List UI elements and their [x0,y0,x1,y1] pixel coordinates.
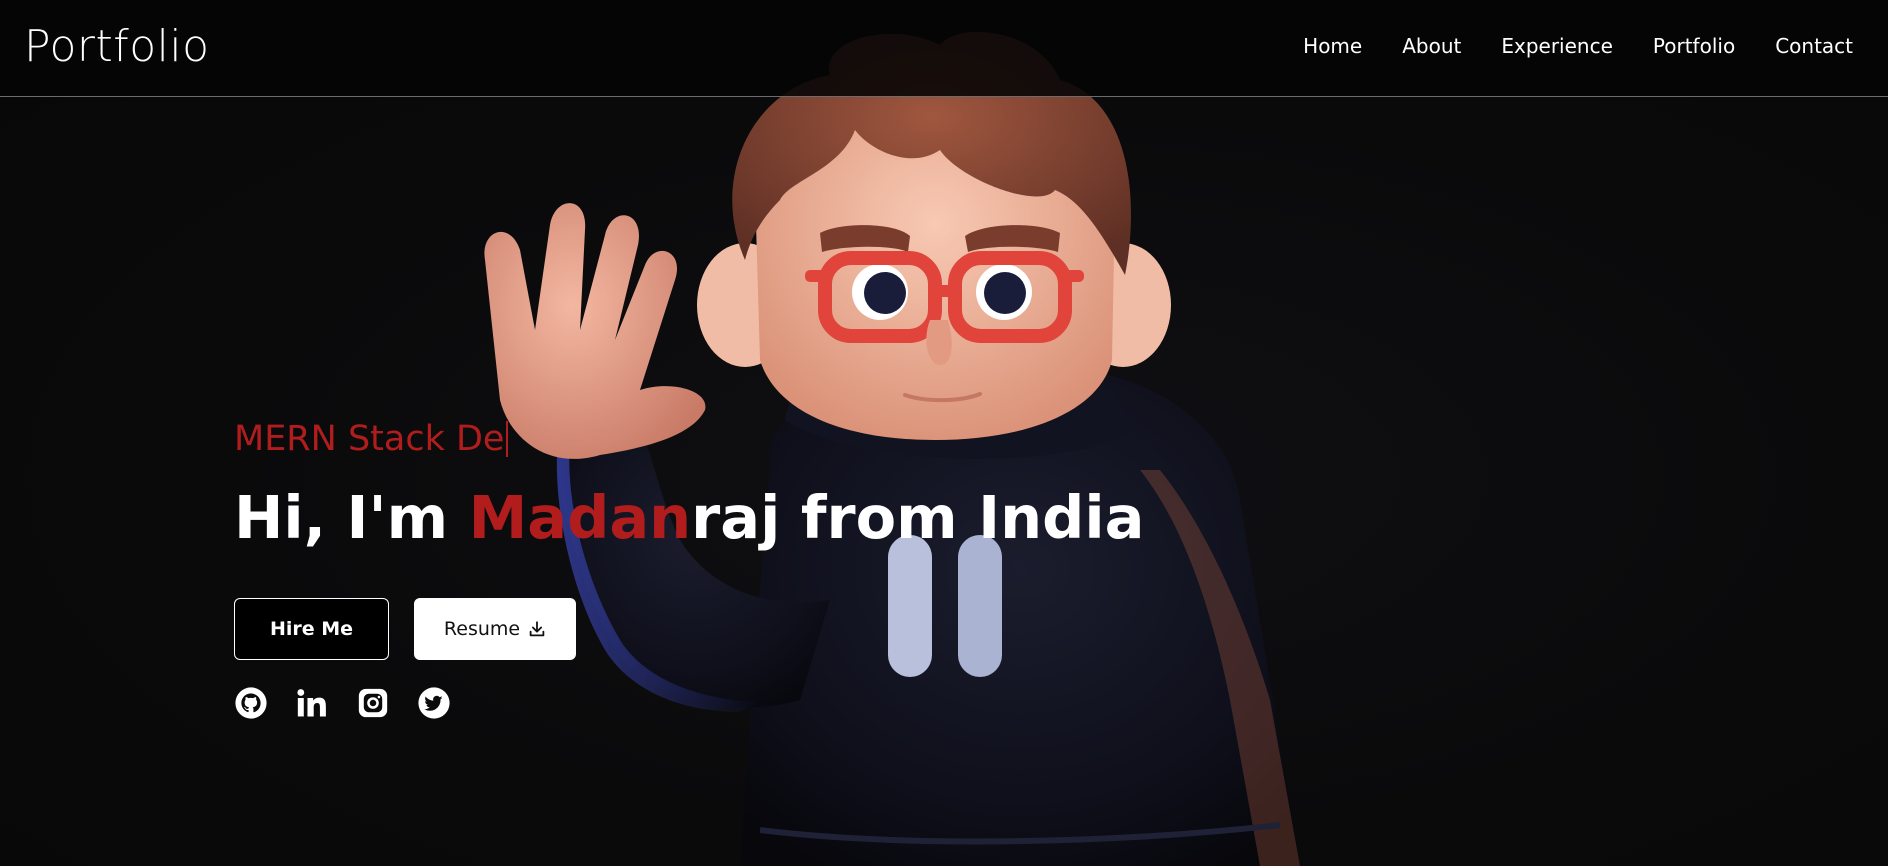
download-icon [529,621,545,637]
typed-role-line: MERN Stack De [234,414,1144,464]
linkedin-icon[interactable] [295,686,329,720]
typing-cursor [506,421,509,457]
top-navbar: Portfolio Home About Experience Portfoli… [0,0,1888,97]
nav-item-home[interactable]: Home [1303,34,1362,58]
nav-item-experience[interactable]: Experience [1501,34,1613,58]
headline-accent-name: Madan [468,483,692,552]
typed-role-text: MERN Stack De [234,419,505,459]
nav-links: Home About Experience Portfolio Contact [1303,34,1853,58]
nav-item-about[interactable]: About [1402,34,1461,58]
nav-item-portfolio[interactable]: Portfolio [1653,34,1735,58]
twitter-icon[interactable] [417,686,451,720]
instagram-icon[interactable] [356,686,390,720]
social-links [234,686,451,720]
brand-logo-text[interactable]: Portfolio [24,21,210,72]
nav-item-contact[interactable]: Contact [1775,34,1853,58]
hero-section: MERN Stack De Hi, I'm Madanraj from Indi… [234,414,1144,551]
portfolio-page: Portfolio Home About Experience Portfoli… [0,0,1888,866]
hero-headline: Hi, I'm Madanraj from India [234,483,1145,552]
headline-suffix: raj from India [691,483,1145,552]
github-icon[interactable] [234,686,268,720]
resume-label: Resume [443,618,521,640]
hire-me-label: Hire Me [269,618,354,640]
resume-download-button[interactable]: Resume [414,598,576,660]
hire-me-button[interactable]: Hire Me [234,598,389,660]
headline-prefix: Hi, I'm [234,483,469,552]
hero-buttons: Hire Me Resume [234,598,576,660]
